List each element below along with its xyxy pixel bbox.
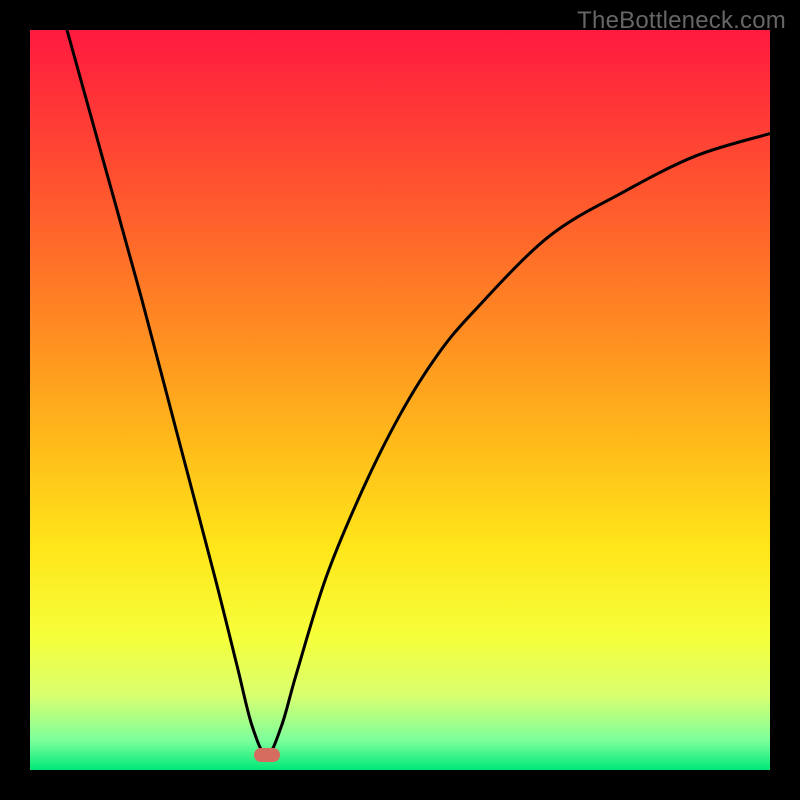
optimal-point-marker — [254, 748, 280, 762]
watermark-label: TheBottleneck.com — [577, 7, 786, 35]
plot-area — [30, 30, 770, 770]
chart-container: TheBottleneck.com — [0, 0, 800, 800]
gradient-background — [30, 30, 770, 770]
